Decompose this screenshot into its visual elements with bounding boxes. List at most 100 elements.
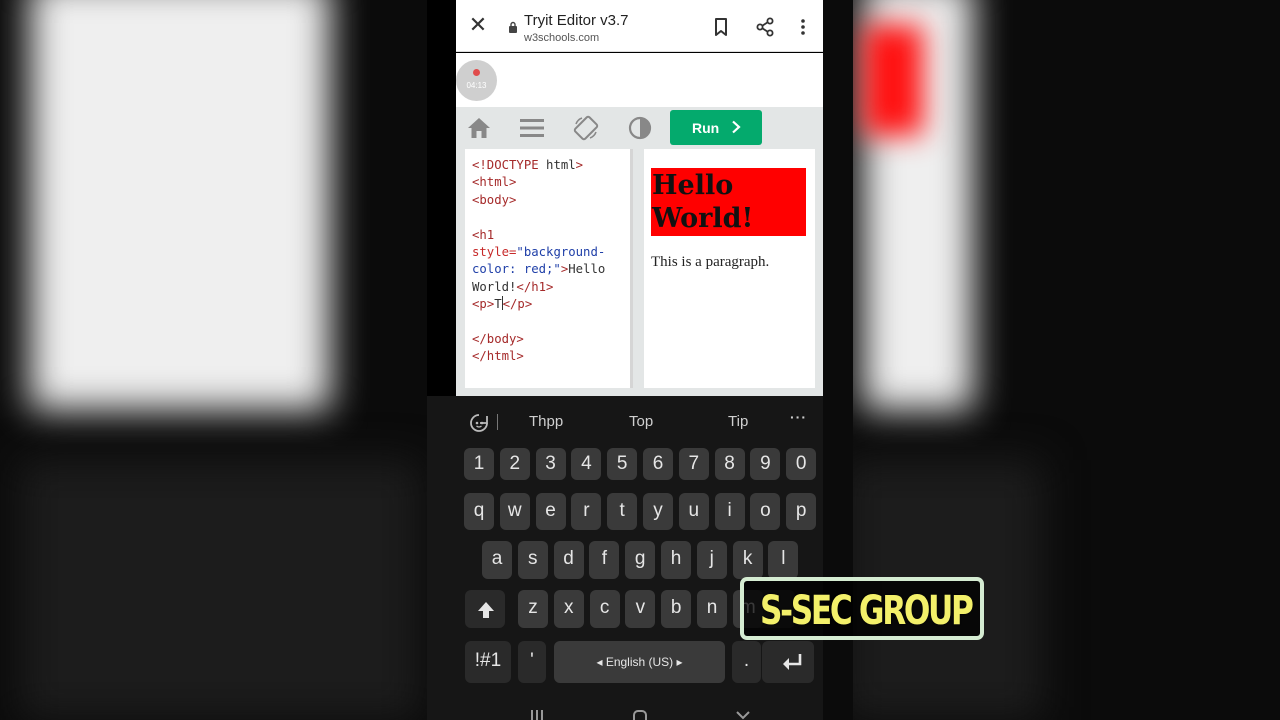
keyboard-settings-icon[interactable]	[468, 412, 490, 434]
key-u[interactable]: u	[678, 493, 709, 530]
code-line: <body>	[472, 192, 517, 207]
browser-top-bar: ✕ Tryit Editor v3.7 w3schools.com	[456, 0, 823, 52]
key-0[interactable]: 0	[786, 448, 817, 480]
key-4[interactable]: 4	[571, 448, 602, 480]
page-url: w3schools.com	[524, 32, 600, 44]
blurred-left-panel	[0, 0, 427, 720]
code-line: <p>T</p>	[472, 296, 533, 312]
code-line: <h1	[472, 227, 495, 242]
suggestion-divider	[497, 414, 498, 430]
key-g[interactable]: g	[625, 541, 656, 579]
code-line: color: red;">Hello	[472, 262, 606, 277]
on-screen-keyboard: Thpp Top Tip ··· 1234567890 qwertyuiop a…	[427, 396, 823, 720]
space-key[interactable]: ◂ English (US) ▸	[554, 641, 725, 683]
shift-icon	[478, 602, 494, 618]
record-dot-icon	[473, 69, 480, 76]
shift-key[interactable]	[465, 590, 505, 628]
key-2[interactable]: 2	[499, 448, 530, 480]
apostrophe-key[interactable]: '	[518, 641, 546, 683]
run-button[interactable]: Run	[670, 110, 762, 145]
rotate-orientation-icon[interactable]	[573, 115, 599, 141]
preview-heading: Hello World!	[651, 168, 806, 236]
suggestion-2[interactable]: Top	[629, 413, 653, 430]
key-w[interactable]: w	[499, 493, 530, 530]
enter-key[interactable]	[762, 641, 814, 683]
key-r[interactable]: r	[571, 493, 602, 530]
tryit-toolbar: Run	[456, 107, 823, 148]
key-s[interactable]: s	[517, 541, 548, 579]
code-text[interactable]: <!DOCTYPE html> <html> <body> <h1 style="bac…	[472, 157, 605, 366]
preview-heading-line-1: Hello	[652, 170, 734, 201]
key-l[interactable]: l	[768, 541, 799, 579]
key-3[interactable]: 3	[535, 448, 566, 480]
key-y[interactable]: y	[643, 493, 673, 530]
preview-heading-line-2: World!	[652, 203, 754, 234]
key-i[interactable]: i	[714, 493, 745, 530]
key-c[interactable]: c	[589, 590, 620, 628]
back-nav-icon[interactable]	[734, 708, 752, 720]
key-z[interactable]: z	[518, 590, 548, 628]
space-key-label: English (US)	[605, 655, 674, 669]
menu-icon[interactable]	[519, 115, 545, 141]
brand-watermark: S-SEC GROUP	[740, 577, 984, 640]
code-line: </html>	[472, 349, 524, 364]
chevron-left-icon: ◂	[596, 655, 606, 669]
key-f[interactable]: f	[589, 541, 620, 579]
suggestion-bar: Thpp Top Tip ···	[427, 396, 823, 446]
key-p[interactable]: p	[786, 493, 817, 530]
editor-area: <!DOCTYPE html> <html> <body> <h1 style="bac…	[456, 148, 823, 396]
lock-icon	[509, 21, 517, 33]
home-nav-icon[interactable]	[631, 708, 649, 720]
recent-apps-icon[interactable]	[528, 708, 546, 720]
page-title: Tryit Editor v3.7	[524, 12, 629, 29]
key-j[interactable]: j	[696, 541, 727, 579]
home-icon[interactable]	[466, 115, 492, 141]
key-v[interactable]: v	[625, 590, 656, 628]
key-5[interactable]: 5	[607, 448, 638, 480]
key-6[interactable]: 6	[643, 448, 673, 480]
key-9[interactable]: 9	[750, 448, 781, 480]
more-options-icon[interactable]	[792, 16, 814, 38]
key-h[interactable]: h	[661, 541, 691, 579]
recording-time: 04:13	[466, 81, 487, 90]
close-icon[interactable]: ✕	[468, 15, 488, 37]
code-line: </body>	[472, 331, 524, 346]
code-line: style="background-	[472, 244, 606, 259]
key-o[interactable]: o	[750, 493, 781, 530]
navigation-bar	[427, 702, 823, 720]
chevron-right-icon: ▸	[673, 655, 683, 669]
result-preview: Hello World! This is a paragraph.	[644, 149, 815, 388]
suggestion-3[interactable]: Tip	[728, 413, 748, 430]
key-7[interactable]: 7	[678, 448, 709, 480]
symbols-key[interactable]: !#1	[465, 641, 511, 683]
key-b[interactable]: b	[661, 590, 692, 628]
code-line: <html>	[472, 175, 517, 190]
more-suggestions-icon[interactable]: ···	[790, 409, 807, 425]
run-button-label: Run	[692, 120, 720, 136]
key-k[interactable]: k	[732, 541, 763, 579]
key-8[interactable]: 8	[714, 448, 745, 480]
blank-area	[456, 53, 823, 107]
code-editor[interactable]: <!DOCTYPE html> <html> <body> <h1 style="bac…	[465, 149, 633, 388]
dark-mode-icon[interactable]	[627, 115, 653, 141]
key-a[interactable]: a	[482, 541, 512, 579]
brand-text: S-SEC GROUP	[760, 588, 974, 634]
preview-paragraph: This is a paragraph.	[651, 254, 770, 270]
key-t[interactable]: t	[607, 493, 638, 530]
key-d[interactable]: d	[553, 541, 584, 579]
key-e[interactable]: e	[535, 493, 566, 530]
suggestion-1[interactable]: Thpp	[529, 413, 563, 430]
period-key[interactable]: .	[732, 641, 761, 683]
recording-indicator[interactable]: 04:13	[456, 60, 497, 101]
code-line: <!DOCTYPE html>	[472, 158, 584, 172]
key-n[interactable]: n	[697, 590, 727, 628]
key-q[interactable]: q	[464, 493, 494, 530]
key-1[interactable]: 1	[464, 448, 494, 480]
chevron-right-icon	[732, 120, 741, 134]
code-line: World!</h1>	[472, 279, 554, 294]
share-icon[interactable]	[754, 16, 776, 38]
key-x[interactable]: x	[553, 590, 584, 628]
bookmark-icon[interactable]	[710, 16, 732, 38]
